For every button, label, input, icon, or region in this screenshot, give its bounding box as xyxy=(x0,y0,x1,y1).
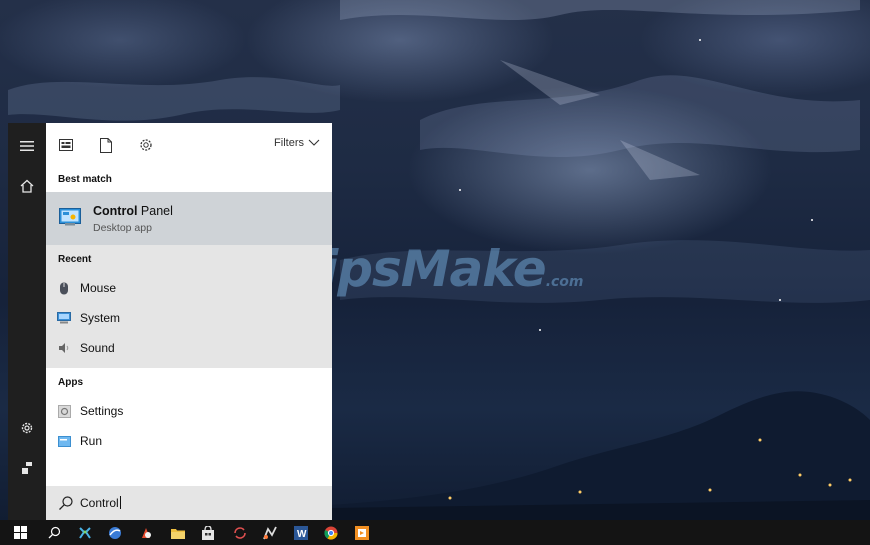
watermark-logo: TipsMake.com xyxy=(288,240,584,298)
apps-icon[interactable] xyxy=(57,136,75,154)
search-filter-bar: Filters xyxy=(46,123,332,165)
search-icon xyxy=(59,496,73,510)
apps-item-run[interactable]: Run xyxy=(46,426,332,456)
apps-item-label: Settings xyxy=(80,404,124,418)
filters-dropdown[interactable]: Filters xyxy=(274,137,320,149)
system-icon xyxy=(57,311,71,325)
best-match-header: Best match xyxy=(58,174,112,185)
network-app-icon[interactable] xyxy=(77,525,92,540)
control-panel-title-rest: Panel xyxy=(137,204,173,218)
svg-text:W: W xyxy=(297,529,307,540)
control-panel-subtitle: Desktop app xyxy=(93,222,152,234)
recent-item-sound[interactable]: Sound xyxy=(46,333,332,363)
text-caret xyxy=(119,496,121,509)
recent-item-system[interactable]: System xyxy=(46,303,332,333)
file-explorer-icon[interactable] xyxy=(170,525,185,540)
taskbar: W xyxy=(0,520,870,545)
red-app-icon[interactable] xyxy=(138,525,153,540)
search-icon[interactable] xyxy=(47,525,62,540)
control-panel-result[interactable]: Control Panel Desktop app xyxy=(46,192,332,245)
recent-item-label: Sound xyxy=(80,341,115,355)
mouse-icon xyxy=(57,281,71,295)
control-panel-icon xyxy=(59,208,81,226)
apps-header: Apps xyxy=(58,377,83,388)
chrome-icon[interactable] xyxy=(323,525,338,540)
orange-app-icon[interactable] xyxy=(354,525,369,540)
recent-item-label: System xyxy=(80,311,121,325)
gear-icon[interactable] xyxy=(137,136,155,154)
browser-icon[interactable] xyxy=(107,525,122,540)
control-panel-title-bold: Control xyxy=(93,204,138,218)
start-menu-rail xyxy=(8,123,46,520)
filters-label: Filters xyxy=(274,137,304,149)
store-icon[interactable] xyxy=(200,525,215,540)
run-icon xyxy=(57,434,71,448)
word-icon[interactable]: W xyxy=(293,525,308,540)
document-icon[interactable] xyxy=(97,136,115,154)
recent-item-mouse[interactable]: Mouse xyxy=(46,273,332,303)
recent-item-label: Mouse xyxy=(80,281,117,295)
windows-start-icon[interactable] xyxy=(13,525,28,540)
home-icon[interactable] xyxy=(8,171,46,201)
search-results-panel: Filters Best match Control Panel Desktop… xyxy=(46,123,332,520)
recent-header: Recent xyxy=(58,254,92,265)
apps-item-settings[interactable]: Settings xyxy=(46,396,332,426)
hamburger-icon[interactable] xyxy=(8,131,46,161)
speaker-icon xyxy=(57,341,71,355)
search-query-text: Control xyxy=(80,496,121,510)
sync-icon[interactable] xyxy=(232,525,247,540)
mountain-silhouette xyxy=(330,391,870,520)
search-input[interactable]: Control xyxy=(46,486,332,520)
user-icon[interactable] xyxy=(8,453,46,483)
settings-app-icon xyxy=(57,404,71,418)
watermark-suffix: .com xyxy=(545,274,584,290)
chevron-down-icon xyxy=(308,139,320,146)
media-app-icon[interactable] xyxy=(262,525,277,540)
best-match-section: Best match xyxy=(46,165,332,192)
gear-icon[interactable] xyxy=(8,413,46,443)
apps-section: Apps Settings Run xyxy=(46,368,332,486)
control-panel-title: Control Panel xyxy=(93,204,173,218)
recent-section: Recent Mouse System Sound xyxy=(46,245,332,368)
apps-item-label: Run xyxy=(80,434,103,448)
search-query-value: Control xyxy=(80,496,119,510)
